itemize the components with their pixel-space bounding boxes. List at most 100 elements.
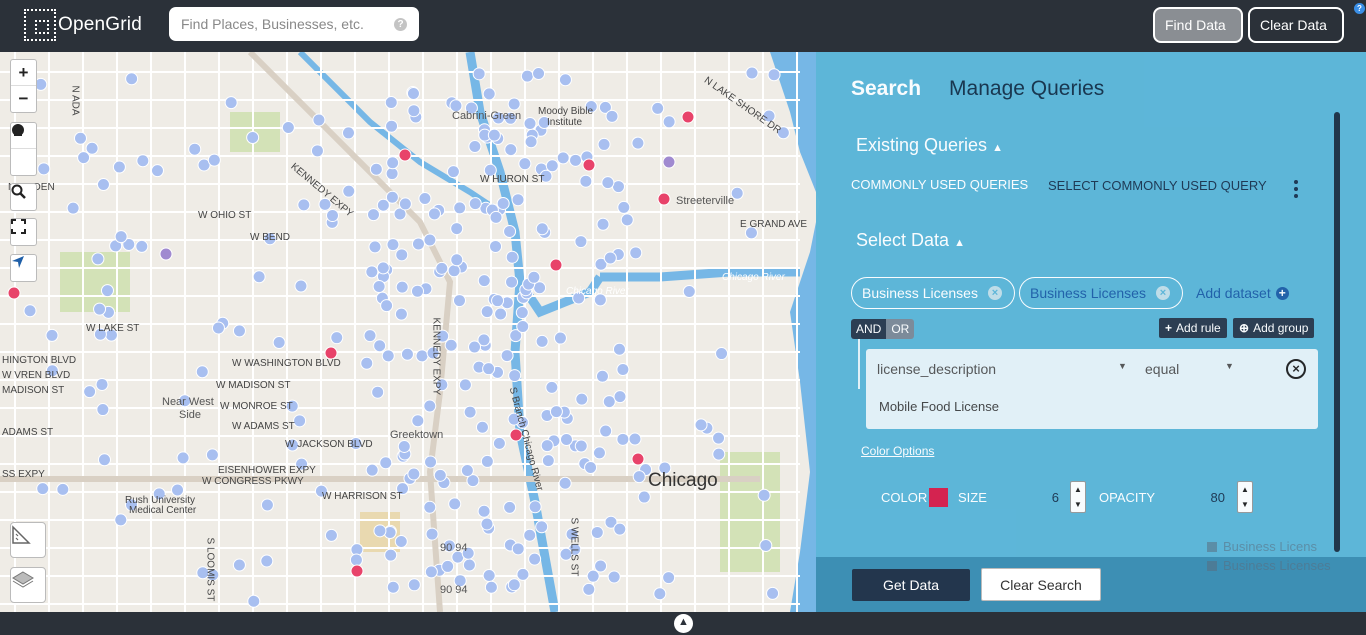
data-point — [592, 446, 606, 460]
label-e-grand-ave: E GRAND AVE — [740, 219, 808, 230]
or-button[interactable]: OR — [886, 319, 915, 339]
zoom-in-button[interactable]: + — [11, 60, 36, 86]
data-point — [394, 307, 408, 321]
data-point — [73, 131, 87, 145]
data-point — [475, 420, 489, 434]
rule-field-select[interactable]: license_description ▼ — [877, 361, 1127, 377]
add-dataset-button[interactable]: Add dataset + — [1196, 285, 1289, 301]
remove-rule-icon[interactable]: × — [1286, 359, 1306, 379]
data-point — [569, 153, 583, 167]
label-w-congress-pkwy: W CONGRESS PKWY — [202, 476, 304, 487]
data-point — [511, 542, 525, 556]
top-bar: OpenGrid ? Find Data Clear Data ? — [0, 0, 1366, 52]
logo[interactable]: OpenGrid — [24, 9, 142, 41]
legend-swatch-2 — [1207, 560, 1217, 571]
label-madison-st: MADISON ST — [2, 385, 65, 396]
data-point — [360, 356, 374, 370]
data-point — [342, 184, 356, 198]
commonly-used-select[interactable]: SELECT COMMONLY USED QUERY — [1048, 178, 1267, 193]
data-point — [602, 395, 616, 409]
more-options-icon[interactable] — [1294, 180, 1298, 201]
data-point — [601, 176, 615, 190]
data-point — [487, 128, 501, 142]
data-point — [407, 104, 421, 118]
data-point — [386, 580, 400, 594]
clear-data-button[interactable]: Clear Data — [1248, 7, 1344, 43]
zoom-out-button[interactable]: − — [11, 86, 36, 112]
search-box[interactable]: ? — [169, 7, 419, 41]
data-point — [757, 488, 771, 502]
color-options-link[interactable]: Color Options — [861, 444, 934, 458]
select-data-toggle[interactable]: Select Data ▲ — [856, 230, 965, 251]
label-cabrini-green: Cabrini-Green — [452, 110, 522, 122]
opacity-stepper[interactable]: ▲ ▼ — [1237, 481, 1253, 513]
opacity-value[interactable]: 80 — [1201, 490, 1225, 505]
size-stepper[interactable]: ▲ ▼ — [1070, 481, 1086, 513]
data-point — [232, 558, 246, 572]
tab-search[interactable]: Search — [851, 77, 921, 101]
data-point — [574, 235, 588, 249]
legend-label-2: Business Licenses — [1223, 558, 1331, 573]
navigate-arrow-icon[interactable] — [11, 255, 36, 281]
data-point — [135, 239, 149, 253]
data-point — [232, 324, 246, 338]
and-button[interactable]: AND — [851, 319, 887, 339]
search-input[interactable] — [181, 16, 394, 32]
data-point — [545, 380, 559, 394]
add-rule-button[interactable]: + Add rule — [1159, 318, 1227, 338]
data-point — [224, 96, 238, 110]
data-point — [368, 240, 382, 254]
dataset-chip-2[interactable]: Business Licenses × — [1019, 277, 1183, 309]
data-point — [330, 331, 344, 345]
data-point — [612, 342, 626, 356]
size-value[interactable]: 6 — [1041, 490, 1059, 505]
data-point — [342, 126, 356, 140]
data-point — [617, 200, 631, 214]
data-point — [272, 335, 286, 349]
rule-container: license_description ▼ equal ▼ × Mobile F… — [866, 349, 1318, 429]
data-point — [594, 559, 608, 573]
zoom-box-icon[interactable] — [11, 184, 36, 210]
label-washington-blvd: W WASHINGTON BLVD — [232, 358, 341, 369]
label-i90-94-b: 90 94 — [440, 584, 468, 596]
data-point — [312, 113, 326, 127]
tab-manage-queries[interactable]: Manage Queries — [949, 77, 1104, 101]
data-point — [95, 377, 109, 391]
remove-dataset-2-icon[interactable]: × — [1155, 286, 1170, 300]
rule-value-input[interactable]: Mobile Food License — [879, 399, 999, 414]
get-data-button[interactable]: Get Data — [852, 569, 970, 601]
fullscreen-icon[interactable] — [11, 219, 36, 245]
data-point — [545, 159, 559, 173]
data-point-highlight — [398, 148, 412, 162]
data-point — [620, 213, 634, 227]
data-point — [23, 304, 37, 318]
help-icon[interactable]: ? — [394, 17, 407, 31]
label-s-wells-st: S WELLS ST — [568, 517, 580, 577]
find-data-button[interactable]: Find Data — [1153, 7, 1243, 43]
dropdown-arrow-icon: ▼ — [1118, 361, 1127, 371]
layers-icon[interactable] — [10, 567, 46, 603]
chevron-up-icon: ▲ — [992, 142, 1003, 154]
expand-up-icon[interactable]: ▲ — [674, 614, 693, 633]
corner-help-icon[interactable]: ? — [1354, 3, 1365, 14]
label-w-adams-st: W ADAMS ST — [232, 421, 295, 432]
existing-queries-toggle[interactable]: Existing Queries ▲ — [856, 135, 1003, 156]
data-point — [407, 467, 421, 481]
measure-ruler-icon[interactable] — [10, 522, 46, 558]
map-tools-control — [10, 122, 37, 176]
locate-icon[interactable] — [11, 124, 36, 175]
dataset-chip-1[interactable]: Business Licenses × — [851, 277, 1015, 309]
color-swatch[interactable] — [929, 488, 948, 507]
add-group-button[interactable]: ⊕ Add group — [1233, 318, 1315, 338]
rule-operator-select[interactable]: equal ▼ — [1145, 361, 1235, 377]
data-point — [553, 331, 567, 345]
remove-dataset-1-icon[interactable]: × — [987, 286, 1002, 300]
data-point — [515, 306, 529, 320]
data-point — [582, 582, 596, 596]
data-point — [441, 559, 455, 573]
clear-search-button[interactable]: Clear Search — [981, 568, 1101, 601]
data-point — [207, 153, 221, 167]
rule-connector — [858, 339, 860, 389]
panel-scrollbar[interactable] — [1334, 112, 1340, 552]
data-point — [767, 68, 781, 82]
